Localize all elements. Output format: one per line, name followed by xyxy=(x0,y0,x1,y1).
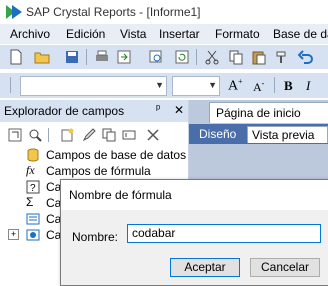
sql-icon xyxy=(26,213,40,225)
dialog-title-bar: Nombre de fórmula xyxy=(61,180,328,210)
running-total-icon: Σ xyxy=(26,195,34,209)
edit-icon[interactable] xyxy=(82,128,96,142)
menu-edicion[interactable]: Edición xyxy=(66,27,105,41)
field-explorer-header: Explorador de campos ᵖ ✕ xyxy=(0,100,188,122)
menu-vista[interactable]: Vista xyxy=(120,27,146,41)
tab-start-page[interactable]: Página de inicio xyxy=(209,102,328,123)
rename-icon[interactable] xyxy=(122,128,136,142)
tab-design[interactable]: Diseño xyxy=(193,126,242,143)
new-icon[interactable] xyxy=(8,49,24,65)
duplicate-icon[interactable] xyxy=(102,128,116,142)
tab-preview[interactable]: Vista previa xyxy=(247,126,328,143)
expand-icon[interactable]: + xyxy=(8,229,19,240)
grip xyxy=(10,77,11,93)
print-icon[interactable] xyxy=(94,49,110,65)
font-family-select[interactable]: ▼ xyxy=(20,76,167,96)
chevron-down-icon: ▼ xyxy=(155,80,164,90)
browse-icon[interactable] xyxy=(28,128,42,142)
svg-text:?: ? xyxy=(30,183,36,194)
refresh-icon[interactable] xyxy=(174,49,190,65)
formula-icon: fx xyxy=(26,163,35,177)
italic-icon[interactable]: I xyxy=(306,78,310,94)
increase-font-icon[interactable]: A+ xyxy=(228,77,243,95)
separator xyxy=(196,49,197,65)
tree-item-label: Campos de fórmula xyxy=(46,164,151,178)
new-field-icon[interactable] xyxy=(60,128,74,142)
separator xyxy=(48,128,49,142)
menu-insertar[interactable]: Insertar xyxy=(159,27,200,41)
copy-icon[interactable] xyxy=(228,49,244,65)
parameter-icon: ? xyxy=(26,180,40,194)
field-explorer-toolbar xyxy=(0,124,188,146)
separator xyxy=(274,77,275,93)
undo-icon[interactable] xyxy=(298,49,314,65)
chevron-down-icon: ▼ xyxy=(208,80,217,90)
menu-formato[interactable]: Formato xyxy=(215,27,260,41)
menu-base-de-datos[interactable]: Base de da xyxy=(273,27,328,41)
name-label: Nombre: xyxy=(72,230,119,244)
field-explorer-title: Explorador de campos xyxy=(4,104,125,118)
special-fields-icon xyxy=(26,229,40,241)
close-icon[interactable]: ✕ xyxy=(174,103,184,117)
tab-label: Página de inicio xyxy=(216,106,301,120)
app-icon xyxy=(6,5,22,19)
menu-bar: Archivo Edición Vista Insertar Formato B… xyxy=(0,24,328,44)
separator xyxy=(86,49,87,65)
formula-name-input[interactable]: codabar xyxy=(127,224,321,243)
cancel-button[interactable]: Cancelar xyxy=(250,258,320,277)
insert-to-report-icon[interactable] xyxy=(8,128,22,142)
window-title: SAP Crystal Reports - [Informe1] xyxy=(26,5,201,19)
preview-icon[interactable] xyxy=(148,49,164,65)
dialog-title: Nombre de fórmula xyxy=(69,188,172,202)
standard-toolbar xyxy=(0,45,328,69)
cut-icon[interactable] xyxy=(204,49,220,65)
open-icon[interactable] xyxy=(34,49,50,65)
format-toolbar: ▼ ▼ A+ A- B I xyxy=(0,73,328,98)
pin-icon[interactable]: ᵖ xyxy=(156,103,160,115)
accept-button[interactable]: Aceptar xyxy=(170,258,240,277)
format-painter-icon[interactable] xyxy=(274,49,290,65)
bold-icon[interactable]: B xyxy=(284,78,293,94)
save-icon[interactable] xyxy=(64,49,80,65)
menu-archivo[interactable]: Archivo xyxy=(10,27,50,41)
delete-icon[interactable] xyxy=(146,128,160,142)
paste-icon[interactable] xyxy=(251,49,267,65)
database-icon xyxy=(27,148,39,162)
export-icon[interactable] xyxy=(116,49,132,65)
formula-name-dialog: Nombre de fórmula Nombre: codabar Acepta… xyxy=(60,179,328,286)
view-tabs: Diseño Vista previa xyxy=(189,124,328,144)
tree-item-label: Campos de base de datos xyxy=(46,148,187,162)
font-size-select[interactable]: ▼ xyxy=(172,76,220,96)
decrease-font-icon[interactable]: A- xyxy=(253,79,264,95)
title-bar: SAP Crystal Reports - [Informe1] xyxy=(0,0,328,24)
